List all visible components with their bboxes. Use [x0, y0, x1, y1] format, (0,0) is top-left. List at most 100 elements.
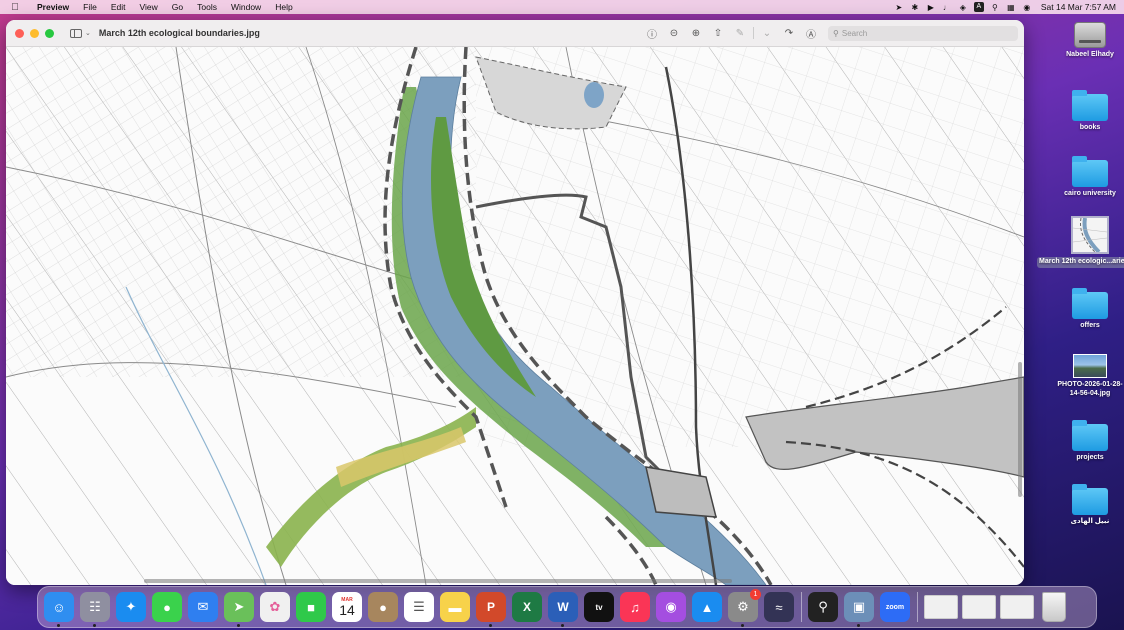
waveform-icon: ≈ — [775, 599, 783, 615]
spotlight-search-icon[interactable]: ⚲ — [987, 3, 1003, 12]
chevron-down-icon[interactable]: ⌄ — [85, 29, 91, 37]
flower-icon: ✿ — [269, 599, 281, 614]
wifi-icon[interactable]: ◈ — [955, 3, 971, 12]
dock-minimized-window[interactable] — [1000, 595, 1034, 619]
desktop-item-map-image[interactable]: March 12th ecologic...aries.jpg — [1037, 216, 1124, 268]
dock-quicktime[interactable]: ⚲ — [808, 592, 838, 622]
desktop-item-label: PHOTO-2026-01-28-14-56-04.jpg — [1057, 381, 1123, 397]
zoom-label: zoom — [885, 603, 905, 611]
person-icon: ● — [379, 599, 387, 615]
dock-apple-tv[interactable]: tv — [584, 592, 614, 622]
desktop-item-projects[interactable]: projects — [1055, 420, 1124, 463]
dock-powerpoint[interactable]: P — [476, 592, 506, 627]
folder-icon — [1072, 156, 1108, 187]
horizontal-scrollbar[interactable] — [144, 579, 732, 583]
siri-icon[interactable]: ◉ — [1019, 3, 1035, 12]
menu-go[interactable]: Go — [165, 2, 190, 12]
markup-pen-icon[interactable]: ✎ — [729, 28, 751, 39]
dock-maps[interactable]: ➤ — [224, 592, 254, 627]
dock-word[interactable]: W — [548, 592, 578, 627]
media-play-icon[interactable]: ▶ — [923, 3, 939, 12]
bluetooth-icon[interactable]: ✱ — [907, 3, 923, 12]
desktop-item-offers[interactable]: offers — [1055, 288, 1124, 331]
dock-minimized-window[interactable] — [962, 595, 996, 619]
notification-badge: 1 — [750, 589, 761, 600]
music-note-icon: ♫ — [630, 599, 640, 615]
menu-file[interactable]: File — [76, 2, 104, 12]
desktop-item-cairo-university[interactable]: cairo university — [1055, 156, 1124, 199]
image-canvas[interactable] — [6, 47, 1024, 585]
info-icon[interactable]: ⓘ — [641, 26, 663, 41]
dock: ☺ ☷ ✦ ● ✉ ➤ ✿ ■ MAR 14 ● ☰ ▬ P X W tv ♫ … — [37, 586, 1097, 628]
apple-menu-icon[interactable]:  — [0, 2, 30, 13]
trash-icon[interactable] — [1042, 592, 1066, 622]
markup-toolbar-icon[interactable]: Ⓐ — [800, 26, 822, 41]
input-source-badge[interactable]: A — [973, 2, 984, 12]
desktop-item-books[interactable]: books — [1055, 90, 1124, 133]
quicktime-icon: ⚲ — [818, 599, 828, 614]
toolbar-divider — [753, 27, 754, 39]
preview-photos-icon: ▣ — [852, 599, 866, 614]
window-toolbar: ⌄ March 12th ecological boundaries.jpg ⓘ… — [6, 20, 1024, 47]
close-window-button[interactable] — [15, 28, 24, 38]
dock-finder[interactable]: ☺ — [44, 592, 74, 627]
dock-excel[interactable]: X — [512, 592, 542, 622]
desktop-item-photo[interactable]: PHOTO-2026-01-28-14-56-04.jpg — [1055, 354, 1124, 398]
finder-face-icon: ☺ — [52, 599, 66, 615]
minimize-window-button[interactable] — [30, 28, 39, 38]
compass-icon: ✦ — [125, 599, 137, 614]
share-icon[interactable]: ⇧ — [707, 28, 729, 39]
menu-edit[interactable]: Edit — [104, 2, 133, 12]
dock-app-store[interactable]: ▲ — [692, 592, 722, 622]
rotate-icon[interactable]: ↷ — [778, 28, 800, 39]
menu-clock[interactable]: Sat 14 Mar 7:57 AM — [1035, 2, 1116, 12]
dock-zoom[interactable]: zoom — [880, 592, 910, 622]
dock-mail[interactable]: ✉ — [188, 592, 218, 622]
calendar-day: 14 — [339, 601, 355, 618]
dock-separator — [801, 592, 802, 622]
vertical-scrollbar[interactable] — [1018, 362, 1022, 497]
video-camera-icon: ■ — [307, 599, 315, 615]
zoom-out-icon[interactable]: ⊝ — [663, 28, 685, 39]
search-input[interactable] — [841, 28, 1002, 38]
gear-icon: ⚙ — [737, 599, 749, 614]
dock-siri[interactable]: ≈ — [764, 592, 794, 622]
dock-preview[interactable]: ▣ — [844, 592, 874, 627]
desktop-item-label: March 12th ecologic...aries.jpg — [1037, 257, 1124, 268]
traffic-lights — [6, 28, 54, 38]
dock-minimized-window[interactable] — [924, 595, 958, 619]
preview-window: ⌄ March 12th ecological boundaries.jpg ⓘ… — [6, 20, 1024, 585]
dock-calendar[interactable]: MAR 14 — [332, 592, 362, 622]
desktop-item-arabic-folder[interactable]: نبيل الهادى — [1055, 484, 1124, 527]
fullscreen-window-button[interactable] — [45, 28, 54, 38]
menu-app-name[interactable]: Preview — [30, 2, 76, 12]
desktop-item-disk[interactable]: Nabeel Elhady — [1055, 22, 1124, 60]
control-center-icon[interactable]: ▦ — [1003, 3, 1019, 12]
dock-safari[interactable]: ✦ — [116, 592, 146, 622]
desktop-item-label: نبيل الهادى — [1070, 518, 1110, 525]
dock-system-settings[interactable]: ⚙ 1 — [728, 589, 761, 627]
volume-icon[interactable]: ♩ — [939, 3, 955, 12]
search-field[interactable]: ⚲ — [828, 25, 1018, 41]
podcast-icon: ◉ — [665, 599, 677, 614]
dock-podcasts[interactable]: ◉ — [656, 592, 686, 622]
menu-tools[interactable]: Tools — [190, 2, 224, 12]
dock-music[interactable]: ♫ — [620, 592, 650, 622]
menu-view[interactable]: View — [133, 2, 165, 12]
folder-icon — [1072, 420, 1108, 451]
dock-reminders[interactable]: ☰ — [404, 592, 434, 622]
dock-facetime[interactable]: ■ — [296, 592, 326, 622]
dock-notes[interactable]: ▬ — [440, 592, 470, 622]
folder-icon — [1072, 484, 1108, 515]
sidebar-toggle-icon[interactable] — [70, 28, 82, 38]
dock-photos[interactable]: ✿ — [260, 592, 290, 622]
powerpoint-letter: P — [486, 600, 495, 614]
dock-messages[interactable]: ● — [152, 592, 182, 622]
menu-window[interactable]: Window — [224, 2, 268, 12]
zoom-in-icon[interactable]: ⊕ — [685, 28, 707, 39]
dock-contacts[interactable]: ● — [368, 592, 398, 622]
menu-help[interactable]: Help — [268, 2, 299, 12]
markup-chevron-icon[interactable]: ⌄ — [756, 28, 778, 39]
location-arrow-icon[interactable]: ➤ — [891, 3, 907, 12]
dock-launchpad[interactable]: ☷ — [80, 592, 110, 627]
